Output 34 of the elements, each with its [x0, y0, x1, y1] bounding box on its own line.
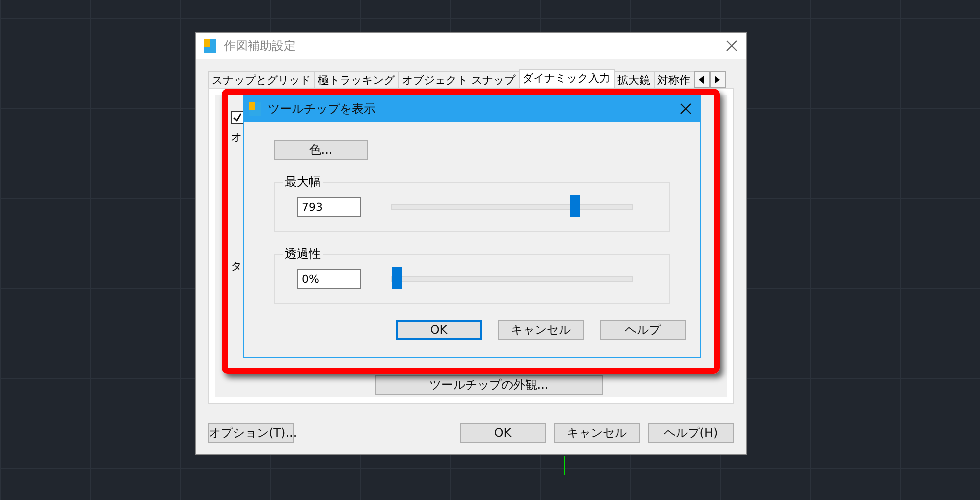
checkbox[interactable]: [231, 111, 244, 124]
group-label: 最大幅: [283, 174, 323, 191]
color-button[interactable]: 色...: [274, 140, 368, 160]
dialog-button[interactable]: ヘルプ: [600, 320, 686, 340]
tab[interactable]: オブジェクト スナップ: [398, 71, 520, 88]
window-title: 作図補助設定: [224, 38, 297, 54]
input-field[interactable]: 793: [297, 197, 361, 217]
tab[interactable]: スナップとグリッド: [208, 71, 315, 88]
close-icon[interactable]: [726, 40, 738, 52]
input-field[interactable]: 0%: [297, 269, 361, 289]
slider-thumb[interactable]: [570, 195, 580, 217]
dialog-button[interactable]: OK: [396, 320, 482, 340]
tab[interactable]: ダイナミック入力: [518, 69, 614, 88]
options-button[interactable]: オプション(T)...: [208, 423, 294, 443]
tab[interactable]: 極トラッキング: [314, 71, 399, 88]
tab[interactable]: 拡大鏡: [614, 71, 654, 88]
label-fragment: タ: [231, 259, 242, 274]
group-label: 透過性: [283, 246, 323, 263]
close-icon[interactable]: [680, 103, 692, 115]
dialog-button[interactable]: キャンセル: [554, 423, 640, 443]
scroll-right-icon[interactable]: [710, 71, 726, 88]
dialog-button[interactable]: キャンセル: [498, 320, 584, 340]
crosshair-line: [564, 456, 565, 475]
dialog-button[interactable]: ヘルプ(H): [648, 423, 734, 443]
dialog-button[interactable]: OK: [460, 423, 546, 443]
slider-thumb[interactable]: [392, 267, 402, 289]
tooltip-appearance-button[interactable]: ツールチップの外観...: [375, 375, 603, 395]
tab[interactable]: 対称作: [654, 71, 694, 88]
checkmark-icon: [233, 113, 242, 122]
window-title: ツールチップを表示: [268, 100, 377, 118]
label-fragment: オ: [231, 130, 242, 145]
app-logo-icon: [249, 102, 261, 116]
app-logo-icon: [204, 39, 216, 53]
scroll-left-icon[interactable]: [694, 71, 710, 88]
